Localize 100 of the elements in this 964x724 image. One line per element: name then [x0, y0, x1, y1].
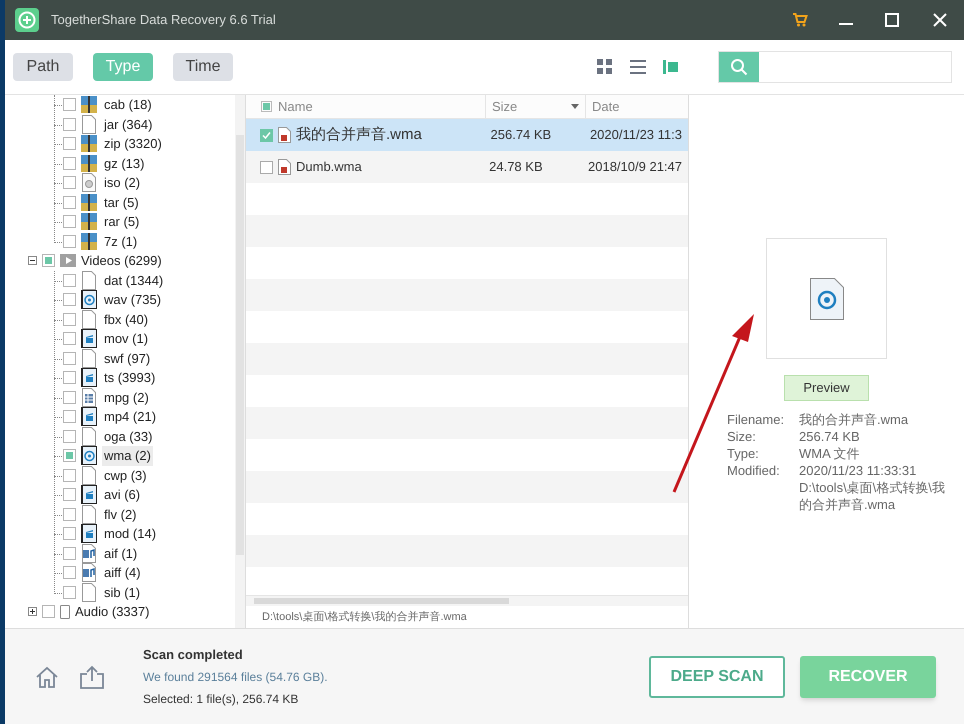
checkbox[interactable] [63, 98, 76, 112]
home-icon[interactable] [35, 664, 59, 688]
file-name: 我的合并声音.wma [296, 124, 422, 145]
file-row[interactable]: Dumb.wma 24.78 KB 2018/10/9 21:47 [246, 151, 688, 183]
checkbox[interactable] [42, 254, 55, 268]
preview-view-icon[interactable] [662, 58, 680, 76]
file-icon [81, 504, 97, 524]
checkbox[interactable] [63, 390, 76, 404]
checkbox[interactable] [63, 449, 76, 462]
tree-item[interactable]: tar (5) [102, 192, 141, 212]
scrollbar[interactable] [235, 95, 245, 628]
file-icon [81, 582, 97, 602]
field-value: WMA 文件 [799, 445, 861, 462]
checkbox[interactable] [63, 352, 76, 365]
close-icon[interactable] [932, 12, 948, 28]
checkbox[interactable] [63, 234, 76, 248]
search-icon[interactable] [719, 52, 759, 82]
tree-item[interactable]: fbx (40) [102, 310, 150, 329]
horizontal-scrollbar[interactable] [246, 595, 688, 606]
checkbox[interactable] [63, 196, 76, 209]
tree-item[interactable]: zip (3320) [102, 134, 164, 154]
checkbox[interactable] [63, 488, 76, 502]
video-file-icon [81, 485, 97, 504]
checkbox[interactable] [63, 215, 76, 228]
tree-item[interactable]: jar (364) [102, 114, 154, 134]
tree-item[interactable]: cwp (3) [102, 466, 149, 485]
tree-item[interactable]: rar (5) [102, 212, 142, 232]
checkbox[interactable] [63, 332, 76, 346]
grid-view-icon[interactable] [596, 58, 614, 76]
cart-icon[interactable] [792, 12, 808, 28]
video-folder-icon [60, 254, 76, 268]
archive-icon [81, 212, 97, 232]
tree-item[interactable]: ts (3993) [102, 368, 158, 388]
preview-button[interactable]: Preview [784, 375, 869, 401]
app-logo-icon [15, 8, 39, 32]
film-file-icon [81, 388, 97, 407]
tree-item[interactable]: swf (97) [102, 348, 152, 368]
sort-arrow-icon[interactable] [571, 104, 579, 109]
tree-item[interactable]: mp4 (21) [102, 407, 158, 426]
export-icon[interactable] [79, 664, 105, 688]
select-all-checkbox[interactable] [261, 101, 272, 112]
checkbox[interactable] [63, 293, 76, 306]
checkbox[interactable] [63, 410, 76, 424]
collapse-icon[interactable] [28, 256, 37, 266]
archive-icon [81, 154, 97, 173]
checkbox[interactable] [63, 312, 76, 326]
archive-icon [81, 95, 97, 114]
tree-item[interactable]: wav (735) [102, 290, 164, 310]
tree-item[interactable]: aiff (4) [102, 563, 143, 582]
tree-item[interactable]: dat (1344) [102, 270, 166, 290]
filter-tab[interactable]: Time [173, 53, 233, 81]
checkbox[interactable] [63, 371, 76, 384]
list-view-icon[interactable] [629, 58, 647, 76]
tree-item[interactable]: gz (13) [102, 154, 146, 173]
video-file-icon [81, 407, 97, 426]
field-label: Type: [727, 445, 760, 462]
checkbox[interactable] [63, 566, 76, 580]
checkbox[interactable] [63, 156, 76, 170]
checkbox[interactable] [63, 546, 76, 560]
checkbox[interactable] [63, 527, 76, 540]
tree-group[interactable]: Audio (3337) [75, 602, 150, 622]
checkbox[interactable] [63, 137, 76, 150]
window-title: TogetherShare Data Recovery 6.6 Trial [51, 11, 276, 30]
checkbox[interactable] [63, 468, 76, 482]
tree-item[interactable]: mod (14) [102, 524, 158, 544]
tree-item[interactable]: sib (1) [102, 582, 142, 602]
tree-item[interactable]: avi (6) [102, 485, 142, 504]
checkbox[interactable] [260, 160, 273, 174]
file-location: D:\tools\桌面\格式转换\我的合并声音.wma [799, 479, 946, 513]
status-text: We found 291564 files (54.76 GB). [143, 669, 328, 686]
expand-icon[interactable] [28, 607, 37, 616]
tree-item[interactable]: cab (18) [102, 95, 154, 114]
checkbox[interactable] [260, 128, 273, 142]
checkbox[interactable] [63, 274, 76, 287]
search-field[interactable] [718, 51, 952, 83]
tree-item[interactable]: mov (1) [102, 329, 150, 348]
tree-item[interactable]: iso (2) [102, 173, 142, 192]
audio-file-icon [81, 446, 97, 466]
tree-item[interactable]: wma (2) [102, 446, 153, 466]
file-date: 2020/11/23 11:3 [588, 126, 683, 144]
audio-file-icon [81, 290, 97, 310]
file-icon [81, 270, 97, 290]
checkbox[interactable] [63, 508, 76, 521]
tree-group[interactable]: Videos (6299) [81, 251, 162, 270]
checkbox[interactable] [63, 430, 76, 443]
tree-item[interactable]: 7z (1) [102, 232, 140, 251]
checkbox[interactable] [42, 605, 55, 618]
file-row[interactable]: 我的合并声音.wma 256.74 KB 2020/11/23 11:3 [246, 119, 688, 151]
tree-item[interactable]: oga (33) [102, 426, 154, 446]
field-label: Filename: [727, 411, 786, 428]
checkbox[interactable] [63, 586, 76, 599]
checkbox[interactable] [63, 176, 76, 190]
tree-item[interactable]: mpg (2) [102, 388, 151, 407]
maximize-icon[interactable] [884, 12, 900, 28]
tree-item[interactable]: flv (2) [102, 504, 138, 524]
file-icon [81, 348, 97, 368]
tree-item[interactable]: aif (1) [102, 544, 140, 563]
file-date: 2018/10/9 21:47 [587, 158, 683, 176]
checkbox[interactable] [63, 118, 76, 131]
filter-tab[interactable]: Path [13, 53, 73, 81]
